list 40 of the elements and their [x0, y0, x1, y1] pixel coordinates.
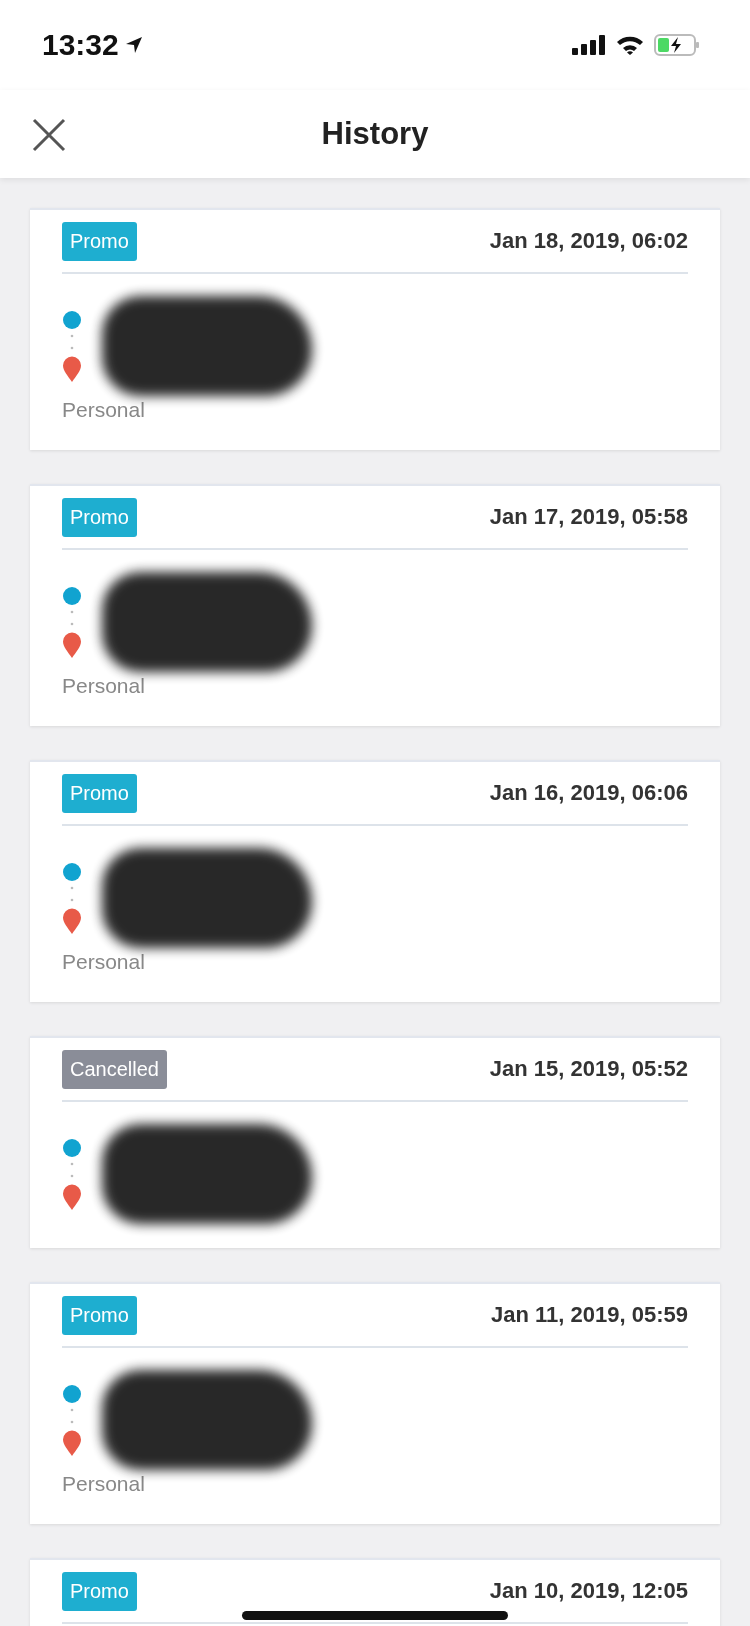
- trip-date: Jan 10, 2019, 12:05: [489, 1578, 688, 1604]
- origin-dot-icon: [62, 586, 82, 606]
- battery-charging-icon: [654, 34, 700, 56]
- wifi-icon: [616, 35, 644, 55]
- screen-title: History: [321, 116, 429, 152]
- trip-date: Jan 11, 2019, 05:59: [491, 1302, 688, 1328]
- origin-dot-icon: [62, 1138, 82, 1158]
- status-time: 13:32: [42, 28, 119, 62]
- origin-dot-icon: [62, 310, 82, 330]
- map-pin-icon: [62, 1184, 82, 1210]
- origin-dot-icon: [62, 1384, 82, 1404]
- trip-date: Jan 15, 2019, 05:52: [489, 1056, 688, 1082]
- trip-date: Jan 16, 2019, 06:06: [489, 780, 688, 806]
- close-icon: [32, 118, 66, 152]
- account-label: Personal: [62, 398, 146, 422]
- status-tag: Promo: [62, 1295, 137, 1335]
- origin-dot-icon: [62, 862, 82, 882]
- account-label: Personal: [62, 950, 146, 974]
- map-pin-icon: [62, 908, 82, 934]
- status-tag: Cancelled: [62, 1049, 167, 1089]
- location-arrow-icon: [124, 36, 143, 54]
- map-pin-icon: [62, 632, 82, 658]
- trip-card[interactable]: Promo Jan 11, 2019, 05:59 Personal: [30, 1282, 720, 1524]
- close-button[interactable]: [30, 116, 68, 154]
- account-label: Personal: [62, 674, 146, 698]
- status-tag: Promo: [62, 221, 137, 261]
- signal-icon: [572, 35, 606, 55]
- map-pin-icon: [62, 356, 82, 382]
- trip-card[interactable]: Cancelled Jan 15, 2019, 05:52: [30, 1036, 720, 1248]
- trip-date: Jan 17, 2019, 05:58: [489, 504, 688, 530]
- status-tag: Promo: [62, 497, 137, 537]
- map-pin-icon: [62, 1430, 82, 1456]
- trip-date: Jan 18, 2019, 06:02: [489, 228, 688, 254]
- trip-card[interactable]: Promo Jan 17, 2019, 05:58 Personal: [30, 484, 720, 726]
- status-tag: Promo: [62, 1571, 137, 1611]
- trip-card[interactable]: Promo Jan 18, 2019, 06:02 Personal: [30, 208, 720, 450]
- status-tag: Promo: [62, 773, 137, 813]
- trip-card[interactable]: Promo Jan 16, 2019, 06:06 Personal: [30, 760, 720, 1002]
- account-label: Personal: [62, 1472, 146, 1496]
- trip-card[interactable]: Promo Jan 10, 2019, 12:05: [30, 1558, 720, 1626]
